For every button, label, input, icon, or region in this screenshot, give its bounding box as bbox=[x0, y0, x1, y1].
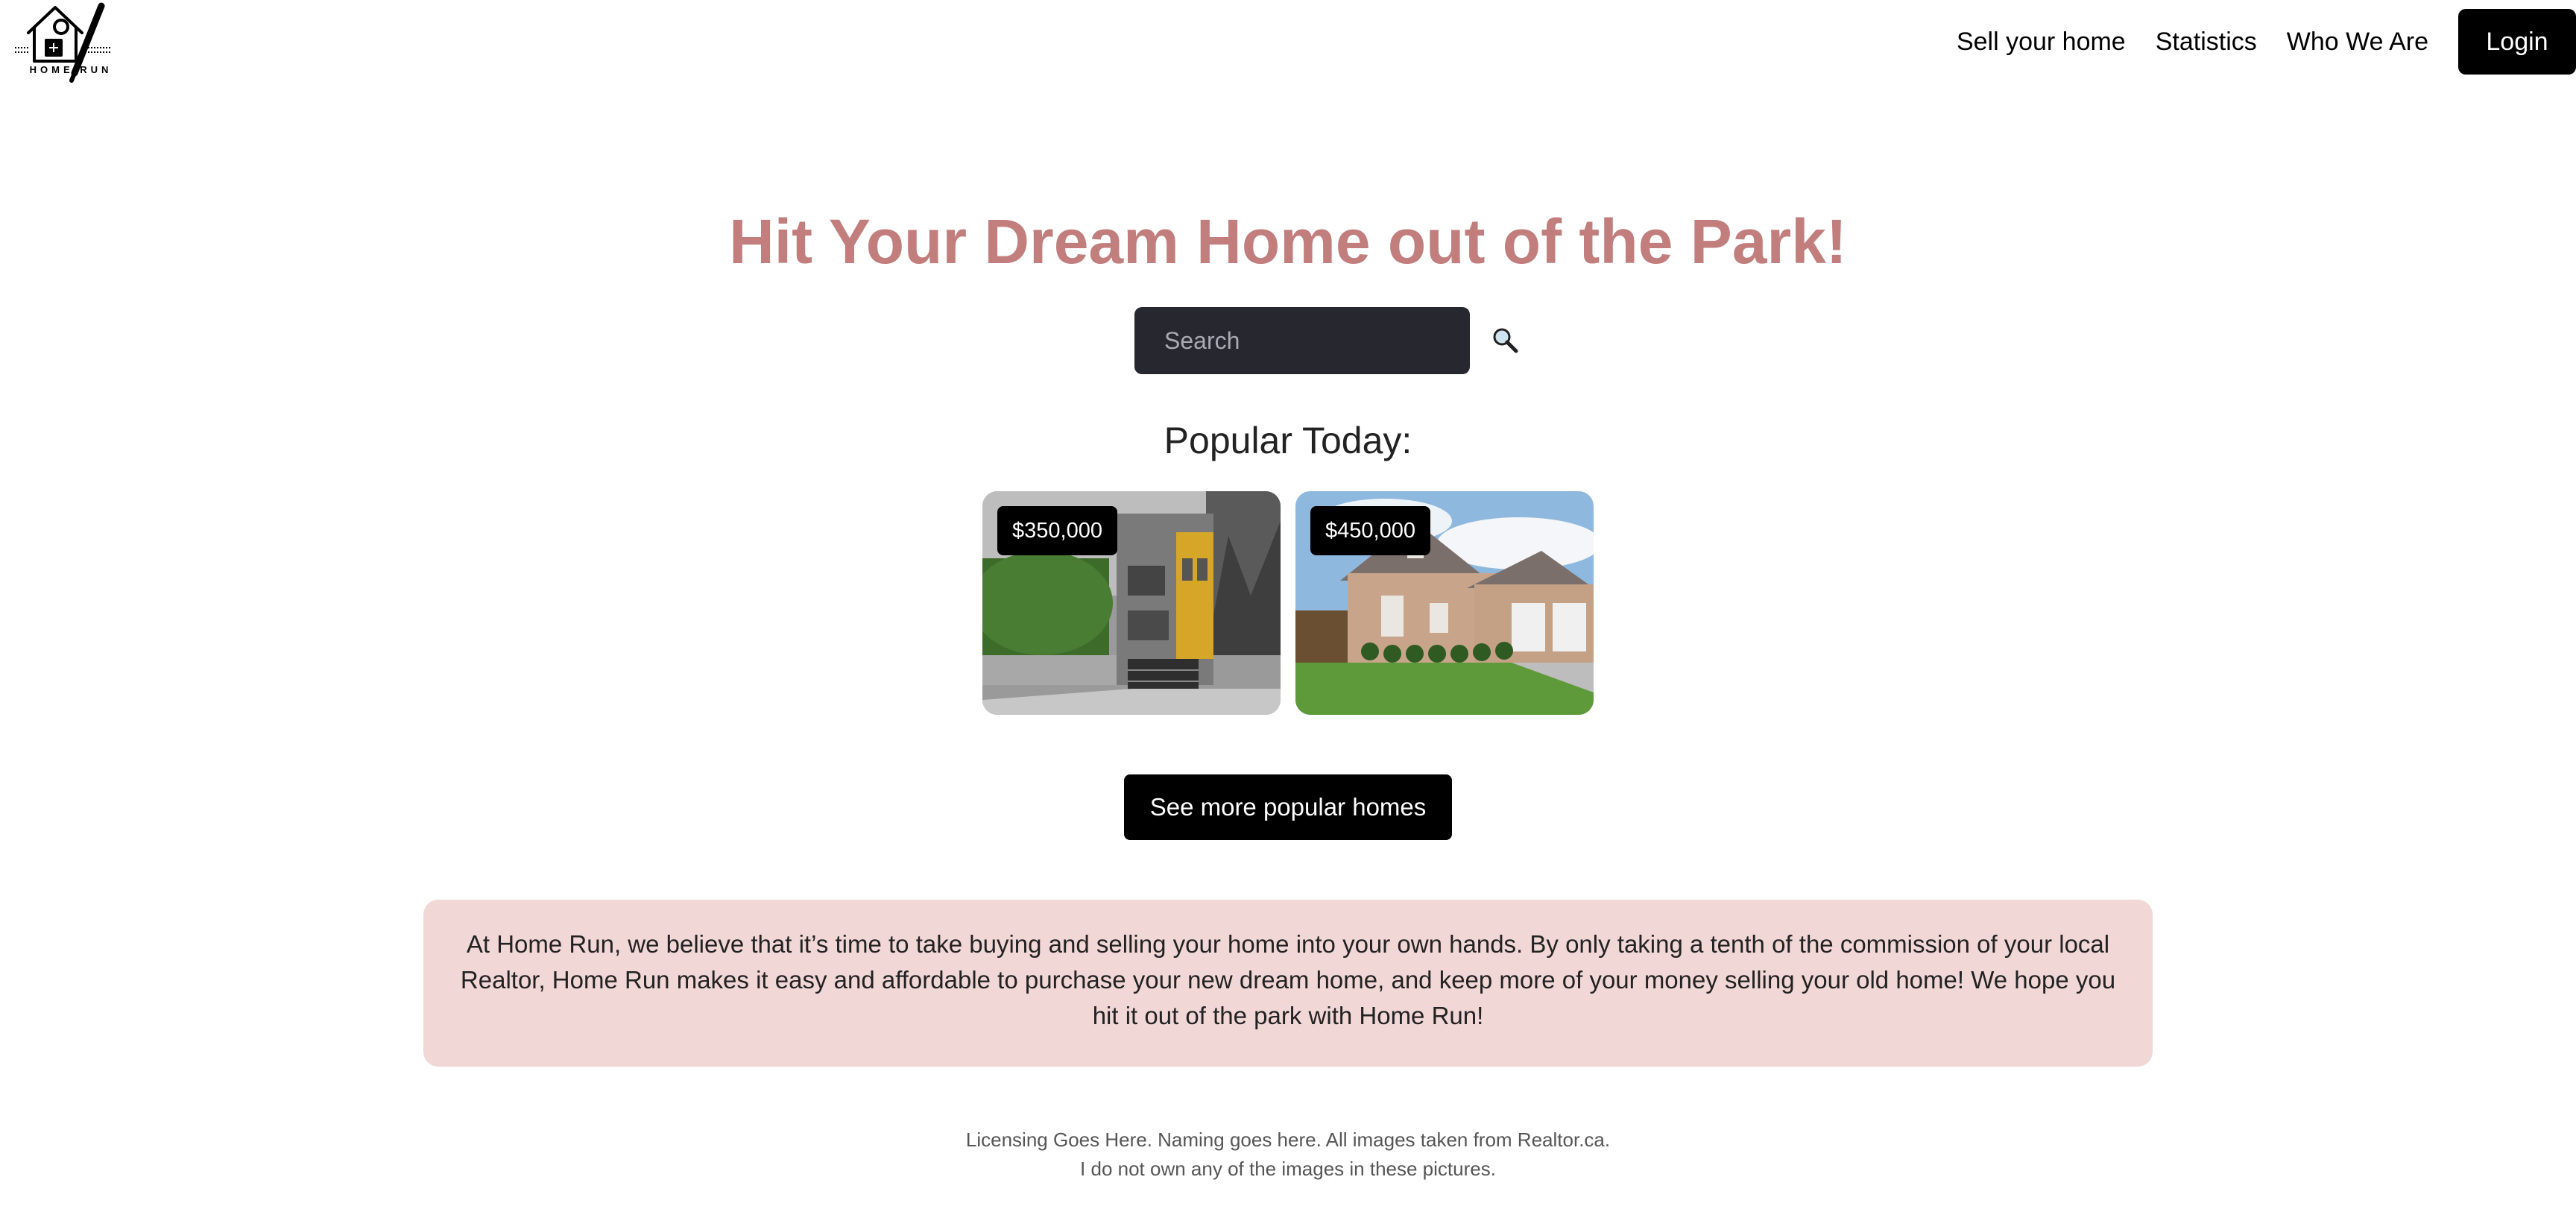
footer-licensing-line: Licensing Goes Here. Naming goes here. A… bbox=[965, 1128, 1611, 1151]
popular-listings: $350,000 $450,000 bbox=[982, 491, 1594, 715]
footer-disclaimer-line: I do not own any of the images in these … bbox=[1080, 1158, 1496, 1180]
login-button[interactable]: Login bbox=[2458, 9, 2576, 75]
nav-who-we-are[interactable]: Who We Are bbox=[2287, 28, 2428, 57]
hero-title: Hit Your Dream Home out of the Park! bbox=[729, 206, 1847, 277]
logo-text: HOME RUN bbox=[29, 64, 113, 75]
nav-sell-your-home[interactable]: Sell your home bbox=[1957, 28, 2126, 57]
magnifying-glass-icon[interactable] bbox=[1491, 326, 1521, 356]
listing-card[interactable]: $450,000 bbox=[1295, 491, 1594, 715]
price-tag: $450,000 bbox=[1310, 506, 1430, 555]
listing-card[interactable]: $350,000 bbox=[982, 491, 1281, 715]
site-header: HOME RUN Sell your home Statistics Who W… bbox=[0, 0, 2576, 89]
nav-statistics[interactable]: Statistics bbox=[2156, 28, 2257, 57]
search-input[interactable] bbox=[1134, 307, 1470, 374]
search-bar bbox=[1134, 307, 1521, 374]
price-tag: $350,000 bbox=[997, 506, 1117, 555]
see-more-popular-homes-button[interactable]: See more popular homes bbox=[1124, 774, 1452, 840]
main-nav: Sell your home Statistics Who We Are Log… bbox=[1957, 9, 2576, 75]
about-text: At Home Run, we believe that it’s time t… bbox=[423, 900, 2153, 1067]
home-run-logo[interactable]: HOME RUN bbox=[13, 1, 113, 85]
footer: Licensing Goes Here. Naming goes here. A… bbox=[0, 1126, 2576, 1184]
popular-heading: Popular Today: bbox=[1164, 420, 1412, 461]
